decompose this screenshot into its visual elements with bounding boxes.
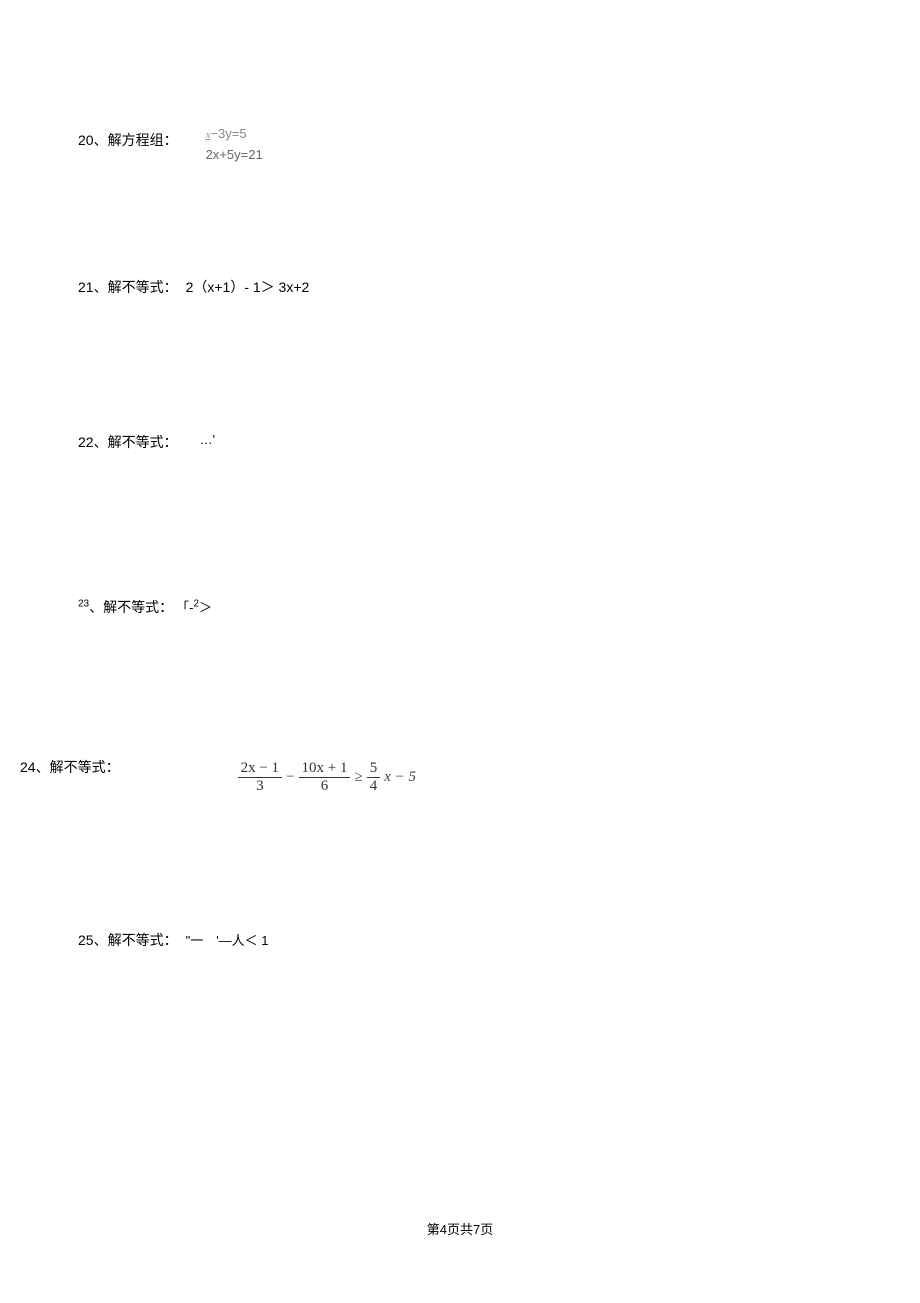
problem-25-expr: "一 '—人＜ 1 xyxy=(186,930,269,949)
frac2-den: 6 xyxy=(299,778,351,794)
problem-23-num: 23、解不等式： xyxy=(78,597,173,617)
problem-20: 20、解方程组： x−3y=5 2x+5y=21 xyxy=(20,130,900,172)
problem-21-label: 21、解不等式： xyxy=(78,277,178,297)
problem-25: 25、解不等式： "一 '—人＜ 1 xyxy=(20,930,900,950)
problem-24: 24、解不等式： 2x − 1 3 − 10x + 1 6 ≥ 5 4 x − … xyxy=(20,757,900,790)
frac1-num: 2x − 1 xyxy=(238,761,282,778)
equation-system: x−3y=5 2x+5y=21 xyxy=(206,124,263,166)
eq1-body: −3y=5 xyxy=(210,126,246,141)
footer-cur: 4 xyxy=(440,1222,447,1237)
problem-22-label: 22、解不等式： xyxy=(78,432,178,452)
problem-22-expr: …' xyxy=(200,432,215,447)
problem-21-expr: 2（x+1）- 1＞ 3x+2 xyxy=(186,277,310,297)
frac3-num: 5 xyxy=(367,761,381,778)
geq-op: ≥ xyxy=(354,769,362,786)
frac2-num: 10x + 1 xyxy=(299,761,351,778)
equation-1: x−3y=5 xyxy=(206,124,263,145)
equation-2: 2x+5y=21 xyxy=(206,145,263,166)
page-footer: 第4页共7页 xyxy=(0,1219,920,1238)
frac1-den: 3 xyxy=(238,778,282,794)
problem-23-number: 23 xyxy=(78,598,89,609)
fraction-1: 2x − 1 3 xyxy=(238,761,282,794)
page-content: 20、解方程组： x−3y=5 2x+5y=21 21、解不等式： 2（x+1）… xyxy=(0,0,920,950)
footer-mid: 页共 xyxy=(447,1222,473,1237)
q24-tail: x − 5 xyxy=(384,769,416,786)
problem-25-label: 25、解不等式： xyxy=(78,930,178,950)
fraction-2: 10x + 1 6 xyxy=(299,761,351,794)
problem-24-label: 24、解不等式： xyxy=(20,757,120,777)
q23-post: ＞ xyxy=(199,600,212,615)
minus-op: − xyxy=(286,769,294,786)
problem-20-label: 20、解方程组： xyxy=(78,130,178,150)
footer-post: 页 xyxy=(480,1222,493,1237)
problem-24-expr: 2x − 1 3 − 10x + 1 6 ≥ 5 4 x − 5 xyxy=(238,761,416,794)
q23-pre: 「- xyxy=(176,600,193,615)
problem-23-expr: 「-2＞ xyxy=(176,597,212,616)
problem-22: 22、解不等式： …' xyxy=(20,432,900,452)
frac3-den: 4 xyxy=(367,778,381,794)
problem-21: 21、解不等式： 2（x+1）- 1＞ 3x+2 xyxy=(20,277,900,297)
fraction-3: 5 4 xyxy=(367,761,381,794)
problem-23-label-text: 、解不等式： xyxy=(89,599,173,615)
problem-23: 23、解不等式： 「-2＞ xyxy=(20,597,900,617)
footer-pre: 第 xyxy=(427,1222,440,1237)
